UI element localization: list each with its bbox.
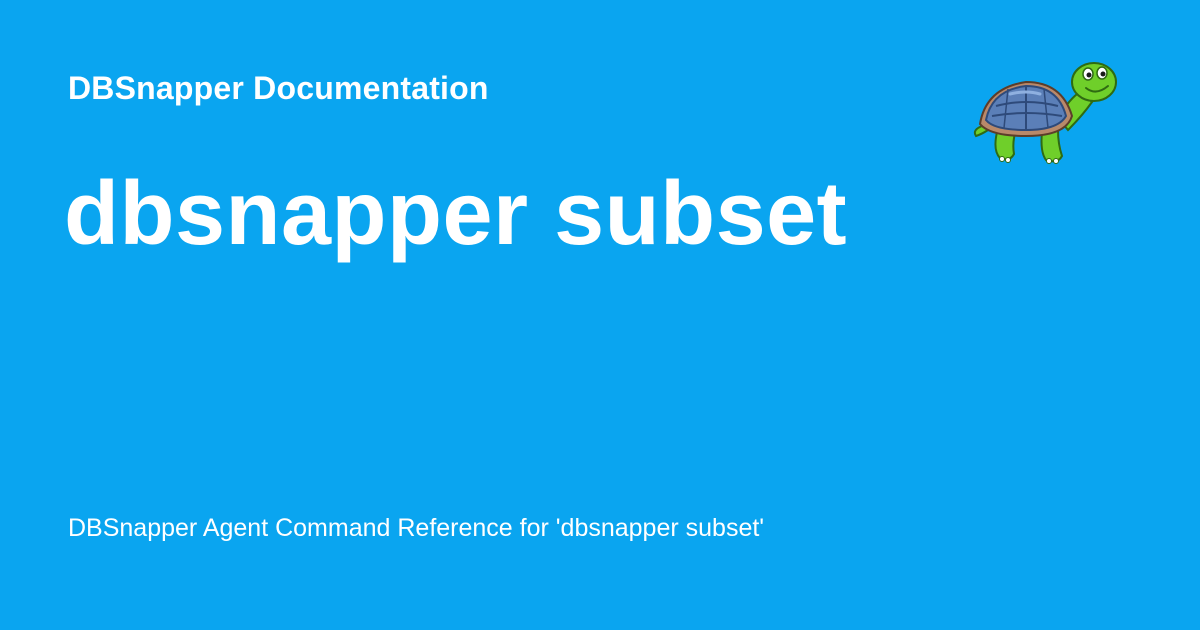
- page-title: dbsnapper subset: [64, 164, 848, 264]
- site-name: DBSnapper Documentation: [68, 70, 489, 106]
- page-description: DBSnapper Agent Command Reference for 'd…: [68, 514, 765, 542]
- social-card: DBSnapper Documentation dbsnapper subset…: [0, 0, 1200, 630]
- turtle-mascot-icon: [970, 58, 1120, 170]
